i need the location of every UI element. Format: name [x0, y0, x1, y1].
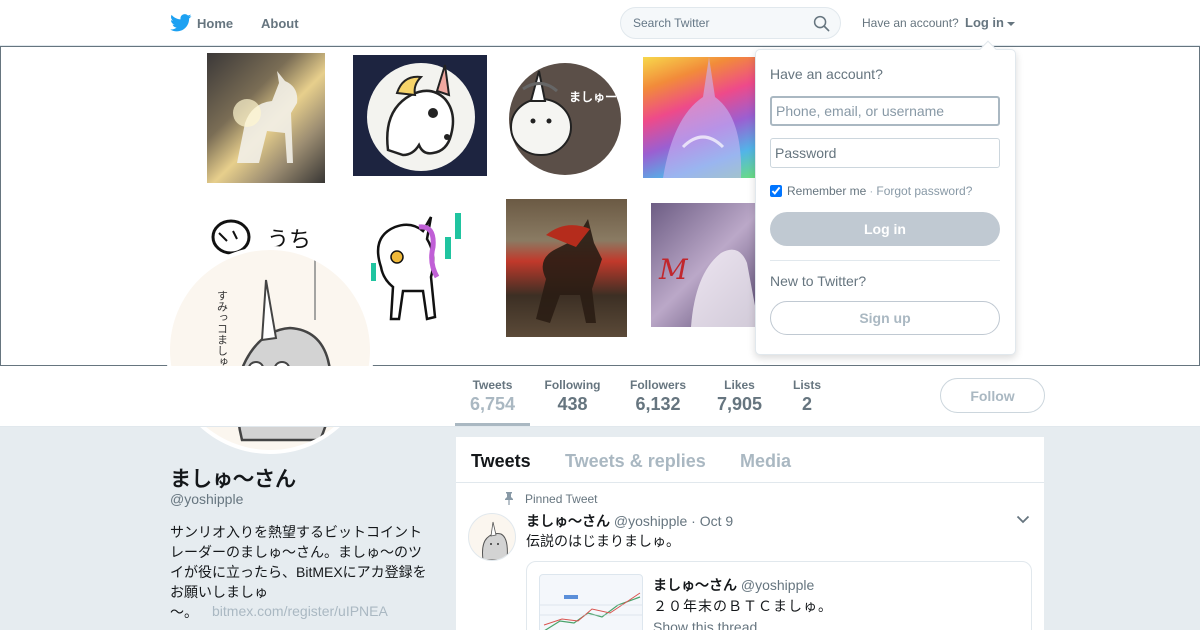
caret-down-icon: [1007, 21, 1015, 26]
search-icon[interactable]: [813, 15, 830, 32]
login-menu-toggle[interactable]: Log in: [965, 15, 1015, 30]
remember-row: Remember me · Forgot password?: [770, 184, 972, 198]
stat-likes[interactable]: Likes 7,905: [713, 366, 766, 426]
password-field[interactable]: [770, 138, 1000, 168]
tweet-text: 伝説のはじまりましゅ。: [526, 533, 680, 549]
tweet-dot: ·: [691, 513, 696, 529]
tweet-date[interactable]: Oct 9: [700, 513, 733, 529]
login-menu-label: Log in: [965, 15, 1004, 30]
stat-following-label: Following: [544, 378, 601, 392]
quoted-author-handle[interactable]: @yoshipple: [741, 577, 814, 593]
profile-stats-bar: Tweets 6,754 Following 438 Followers 6,1…: [0, 366, 1200, 427]
stat-followers-label: Followers: [629, 378, 686, 392]
banner-tile-purple-unicorn: M: [651, 203, 761, 327]
login-button[interactable]: Log in: [770, 212, 1000, 246]
tweet-avatar[interactable]: [468, 513, 516, 561]
follow-button[interactable]: Follow: [940, 378, 1045, 413]
show-thread-link[interactable]: Show this thread: [653, 619, 757, 630]
bio-line: サンリオ入りを熱望するビットコイント: [170, 524, 422, 540]
top-nav: Home About Have an account? Log in: [0, 0, 1200, 46]
banner-tile-mashu-badge: ましゅー: [501, 61, 623, 177]
banner-tile-rainbow-unicorn: [643, 57, 761, 178]
nav-about-link[interactable]: About: [261, 0, 299, 46]
dropdown-title: Have an account?: [770, 66, 883, 82]
quoted-author-name[interactable]: ましゅ～さん: [653, 577, 737, 593]
username-field[interactable]: [770, 96, 1000, 126]
avatar-text: すみっコましゅー: [216, 290, 229, 378]
nav-home-label: Home: [197, 15, 234, 31]
svg-text:M: M: [658, 253, 689, 286]
remember-separator: ·: [869, 184, 874, 198]
stat-followers[interactable]: Followers 6,132: [627, 366, 689, 426]
bio-line: イが役に立ったら、BitMEXにアカ登録を: [170, 564, 427, 580]
chevron-down-icon[interactable]: [1016, 515, 1030, 524]
pinned-tweet-label: Pinned Tweet: [525, 492, 598, 506]
tab-tweets[interactable]: Tweets: [471, 451, 531, 472]
tweet-header: ましゅ～さん @yoshipple · Oct 9: [526, 511, 733, 531]
search-box[interactable]: [620, 7, 841, 39]
signup-button[interactable]: Sign up: [770, 301, 1000, 335]
bio-link[interactable]: bitmex.com/register/uIPNEA: [212, 603, 388, 619]
stat-following[interactable]: Following 438: [540, 366, 605, 426]
bio-end-text: ～。: [170, 604, 198, 620]
stat-lists-value: 2: [801, 394, 812, 414]
stat-lists[interactable]: Lists 2: [788, 366, 826, 426]
profile-handle[interactable]: @yoshipple: [170, 491, 243, 507]
stat-following-value: 438: [557, 394, 588, 414]
search-input[interactable]: [633, 16, 803, 30]
tab-media[interactable]: Media: [740, 451, 791, 472]
stat-likes-value: 7,905: [716, 394, 763, 414]
banner-tile-unicorn-face: [353, 55, 487, 176]
stat-tweets-label: Tweets: [472, 378, 513, 392]
dropdown-divider: [770, 260, 1000, 261]
nav-home-link[interactable]: Home: [170, 0, 233, 46]
login-dropdown: Have an account? Remember me · Forgot pa…: [755, 40, 1016, 355]
pin-icon: [505, 492, 513, 505]
timeline-tabs: Tweets Tweets & replies Media: [456, 437, 1044, 483]
tweet-author-name[interactable]: ましゅ～さん: [526, 513, 610, 529]
timeline: Tweets Tweets & replies Media Pinned Twe…: [456, 437, 1044, 630]
banner-tile-crypto-unicorn: [361, 207, 467, 332]
stat-lists-label: Lists: [792, 378, 821, 392]
banner-mashu-text: ましゅー: [569, 90, 617, 104]
banner-tile-white-unicorn: [207, 53, 325, 183]
stat-tweets-value: 6,754: [469, 394, 516, 414]
bio-line: レーダーのましゅ～さん。ましゅ～のツ: [170, 544, 422, 560]
new-to-twitter-text: New to Twitter?: [770, 273, 867, 289]
banner-tile-napoleon-painting: [506, 199, 627, 337]
stat-tweets[interactable]: Tweets 6,754: [455, 366, 530, 426]
stat-followers-value: 6,132: [635, 394, 681, 414]
quoted-tweet-text: ２０年末のＢＴＣましゅ。: [653, 598, 833, 614]
profile-bio: サンリオ入りを熱望するビットコイント レーダーのましゅ～さん。ましゅ～のツ イが…: [170, 522, 435, 602]
quoted-tweet-header: ましゅ～さん @yoshipple: [653, 575, 814, 595]
forgot-password-link[interactable]: Forgot password?: [876, 184, 972, 198]
bio-line: お願いしましゅ: [170, 584, 268, 600]
quoted-tweet-card[interactable]: ましゅ～さん @yoshipple ２０年末のＢＴＣましゅ。 Show this…: [526, 561, 1032, 630]
profile-name[interactable]: ましゅ～さん: [170, 463, 296, 493]
quoted-tweet-chart-image: [539, 574, 643, 630]
tweet-author-handle[interactable]: @yoshipple: [614, 513, 687, 529]
remember-me-label[interactable]: Remember me: [787, 184, 866, 198]
twitter-bird-icon: [170, 14, 192, 32]
have-account-text: Have an account?: [862, 16, 959, 30]
tab-tweets-and-replies[interactable]: Tweets & replies: [565, 451, 706, 472]
remember-me-checkbox[interactable]: [770, 185, 782, 197]
stat-likes-label: Likes: [724, 378, 755, 392]
